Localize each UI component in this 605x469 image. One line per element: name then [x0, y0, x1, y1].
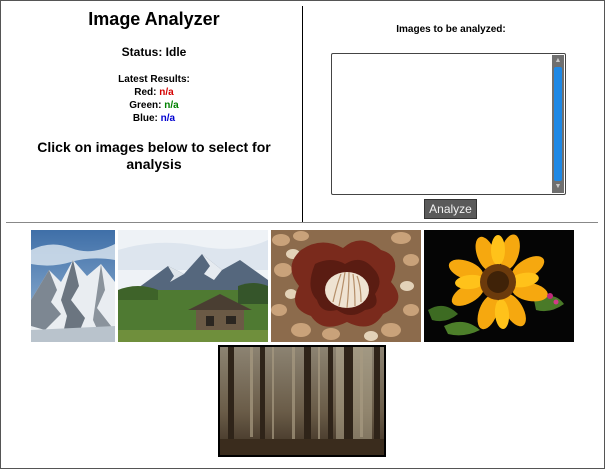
- blue-result: Blue: n/a: [6, 112, 302, 125]
- queue-label: Images to be analyzed:: [396, 24, 506, 35]
- alpine-cabin-image[interactable]: [118, 230, 268, 342]
- scroll-thumb[interactable]: [554, 67, 562, 181]
- queue-list[interactable]: ▲ ▼: [331, 53, 566, 195]
- green-value: n/a: [164, 100, 179, 111]
- horizontal-divider: [6, 222, 598, 223]
- blue-value: n/a: [160, 113, 176, 124]
- blue-label: Blue:: [132, 113, 158, 124]
- green-result: Green: n/a: [6, 99, 302, 112]
- red-value: n/a: [159, 87, 174, 98]
- seashell-image[interactable]: [271, 230, 421, 342]
- red-result: Red: n/a: [6, 86, 302, 99]
- foggy-forest-image[interactable]: [218, 345, 386, 457]
- green-label: Green:: [129, 100, 162, 111]
- red-label: Red:: [134, 87, 157, 98]
- mountain-snow-image[interactable]: [31, 230, 115, 342]
- instructions-text: Click on images below to select for anal…: [37, 139, 271, 172]
- analyze-button[interactable]: Analyze: [424, 199, 477, 219]
- status-panel: Image Analyzer Status: Idle Latest Resul…: [6, 6, 302, 173]
- results-heading: Latest Results:: [118, 74, 190, 85]
- latest-results: Latest Results: Red: n/a Green: n/a Blue…: [6, 73, 302, 125]
- queue-scrollbar[interactable]: ▲ ▼: [552, 55, 564, 193]
- app-title: Image Analyzer: [88, 9, 220, 29]
- vertical-divider: [302, 6, 303, 222]
- scroll-down-icon[interactable]: ▼: [552, 181, 564, 193]
- scroll-up-icon[interactable]: ▲: [552, 55, 564, 67]
- sunflower-image[interactable]: [424, 230, 574, 342]
- status-text: Status: Idle: [121, 45, 187, 59]
- queue-panel: Images to be analyzed: ▲ ▼ Analyze: [303, 6, 599, 219]
